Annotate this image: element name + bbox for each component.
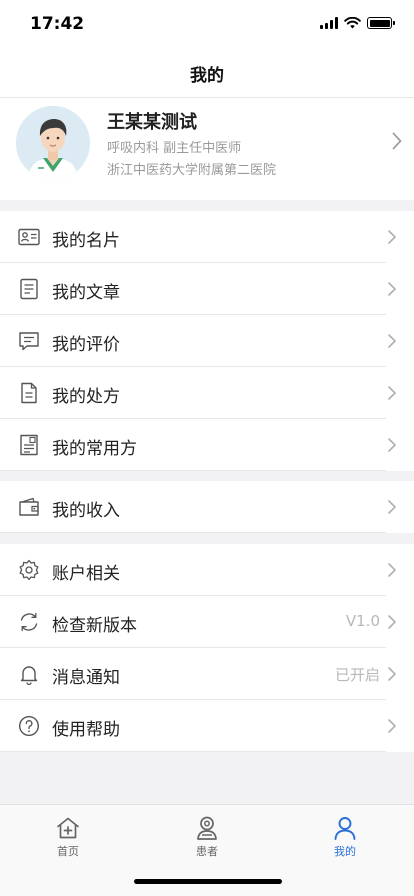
chevron-right-icon xyxy=(388,500,396,514)
menu-item-articles[interactable]: 我的文章 xyxy=(0,263,414,315)
menu-item-common-prescriptions[interactable]: 我的常用方 xyxy=(0,419,414,471)
signal-icon xyxy=(320,17,338,29)
id-card-icon xyxy=(18,228,40,246)
menu-group-income: 我的收入 xyxy=(0,481,414,533)
avatar xyxy=(16,106,90,180)
tab-home[interactable]: 首页 xyxy=(33,815,103,859)
common-prescription-icon xyxy=(20,434,38,456)
chevron-right-icon xyxy=(388,438,396,452)
menu-item-check-version[interactable]: 检查新版本 V1.0 xyxy=(0,596,414,648)
profile-name: 王某某测试 xyxy=(107,112,197,133)
bell-icon xyxy=(20,666,38,685)
menu-item-label: 消息通知 xyxy=(52,668,120,688)
version-value: V1.0 xyxy=(345,612,380,630)
page-title: 我的 xyxy=(190,66,224,86)
tab-label: 首页 xyxy=(57,845,79,858)
menu-item-label: 账户相关 xyxy=(52,564,120,584)
status-icons xyxy=(320,17,395,29)
menu-item-label: 我的评价 xyxy=(52,335,120,355)
tab-patients[interactable]: 患者 xyxy=(172,815,242,859)
battery-icon xyxy=(367,17,395,29)
chevron-right-icon xyxy=(388,386,396,400)
wifi-icon xyxy=(344,17,361,29)
tab-mine[interactable]: 我的 xyxy=(310,815,380,859)
menu-item-income[interactable]: 我的收入 xyxy=(0,481,414,533)
doctor-avatar-icon xyxy=(16,106,90,180)
menu-item-label: 使用帮助 xyxy=(52,720,120,740)
tab-label: 我的 xyxy=(334,845,356,858)
menu-item-business-card[interactable]: 我的名片 xyxy=(0,211,414,263)
prescription-icon xyxy=(21,382,37,404)
notification-status: 已开启 xyxy=(334,666,380,684)
menu-item-prescriptions[interactable]: 我的处方 xyxy=(0,367,414,419)
profile-hospital: 浙江中医药大学附属第二医院 xyxy=(107,163,277,178)
chevron-right-icon xyxy=(388,282,396,296)
profile-department: 呼吸内科 副主任中医师 xyxy=(107,141,242,156)
chevron-right-icon xyxy=(388,563,396,577)
user-icon xyxy=(334,817,356,840)
chevron-right-icon xyxy=(388,334,396,348)
menu-item-label: 我的收入 xyxy=(52,501,120,521)
profile-card[interactable]: 王某某测试 呼吸内科 副主任中医师 浙江中医药大学附属第二医院 xyxy=(0,98,414,200)
menu-group-settings: 账户相关 检查新版本 V1.0 消息通知 已开启 使用帮助 xyxy=(0,544,414,752)
status-time: 17:42 xyxy=(30,14,85,34)
tab-label: 患者 xyxy=(196,845,218,858)
status-bar: 17:42 xyxy=(0,0,414,50)
patient-icon xyxy=(197,816,217,840)
menu-item-label: 我的文章 xyxy=(52,283,120,303)
menu-item-account[interactable]: 账户相关 xyxy=(0,544,414,596)
document-icon xyxy=(20,278,38,300)
refresh-icon xyxy=(20,612,38,632)
home-icon xyxy=(57,817,79,839)
chevron-right-icon xyxy=(388,230,396,244)
menu-item-label: 我的名片 xyxy=(52,231,120,251)
help-icon xyxy=(18,715,40,737)
home-indicator xyxy=(134,879,282,884)
menu-group-personal: 我的名片 我的文章 我的评价 我的处方 我的常用方 xyxy=(0,211,414,471)
gear-icon xyxy=(19,559,39,581)
chevron-right-icon xyxy=(392,132,402,150)
menu-item-label: 检查新版本 xyxy=(52,616,137,636)
menu-item-help[interactable]: 使用帮助 xyxy=(0,700,414,752)
wallet-icon xyxy=(19,497,39,516)
menu-item-label: 我的常用方 xyxy=(52,439,137,459)
chevron-right-icon xyxy=(388,667,396,681)
nav-bar: 我的 xyxy=(0,50,414,98)
chevron-right-icon xyxy=(388,719,396,733)
comment-icon xyxy=(19,332,39,351)
chevron-right-icon xyxy=(388,615,396,629)
menu-item-label: 我的处方 xyxy=(52,387,120,407)
menu-item-notifications[interactable]: 消息通知 已开启 xyxy=(0,648,414,700)
menu-item-reviews[interactable]: 我的评价 xyxy=(0,315,414,367)
